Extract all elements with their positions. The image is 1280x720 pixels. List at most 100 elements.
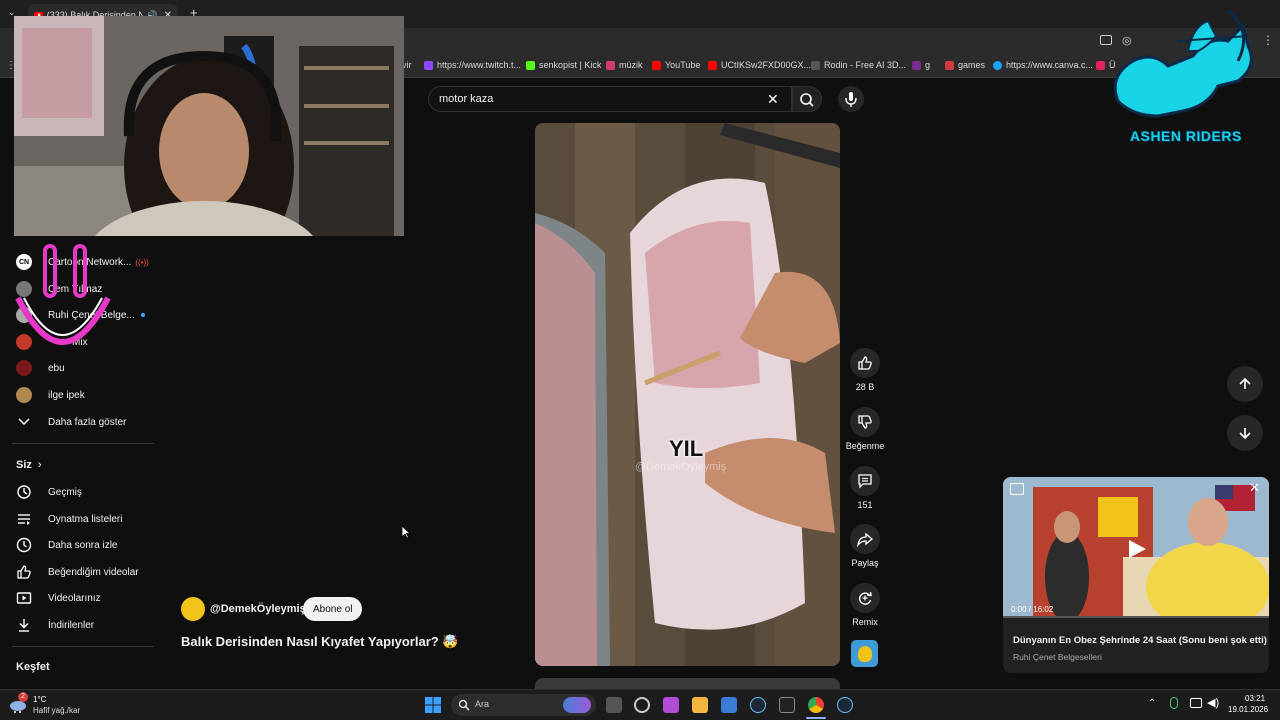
- expand-miniplayer-icon[interactable]: [1010, 483, 1024, 495]
- microsoft-store-icon[interactable]: [721, 697, 737, 713]
- steam-icon[interactable]: [837, 697, 853, 713]
- sidebar-explore-heading: Keşfet: [16, 661, 50, 673]
- live-icon: ((•)): [135, 257, 149, 267]
- channel-avatar[interactable]: [181, 597, 205, 621]
- sidebar-you-heading[interactable]: Siz ›: [16, 454, 42, 476]
- channel-name[interactable]: @DemekÖyleymiş: [210, 603, 306, 615]
- bookmark-item[interactable]: games: [945, 60, 985, 70]
- share-icon: [850, 524, 880, 554]
- taskbar-search-box[interactable]: Ara: [451, 694, 596, 716]
- epic-games-icon[interactable]: [779, 697, 795, 713]
- video-frame: [535, 123, 840, 666]
- dislike-label: Beğenme: [845, 441, 885, 451]
- webcam-feed: [14, 16, 404, 236]
- sidebar-divider: [12, 646, 154, 647]
- bookmark-item[interactable]: https://www.canva.c...: [993, 60, 1093, 70]
- bookmark-item[interactable]: Rodin - Free AI 3D...: [811, 60, 906, 70]
- avatar: [16, 387, 32, 403]
- arrow-up-icon: [1239, 377, 1251, 389]
- sidebar-item-downloads[interactable]: İndirilenler: [16, 614, 94, 636]
- search-input[interactable]: motor kaza: [439, 93, 493, 105]
- channel-sound-icon: [857, 645, 872, 662]
- search-highlight-icon: [563, 697, 591, 713]
- sound-avatar[interactable]: [851, 640, 878, 667]
- thumbs-up-icon: [850, 348, 880, 378]
- volume-icon[interactable]: ◀): [1207, 696, 1219, 709]
- search-button[interactable]: [792, 86, 822, 112]
- comment-icon: [850, 466, 880, 496]
- mic-icon[interactable]: [1170, 697, 1178, 709]
- bookmark-item[interactable]: UCtIKSw2FXD00GX...: [708, 60, 811, 70]
- taskbar-date[interactable]: 19.01.2026: [1228, 705, 1268, 714]
- download-icon: [16, 617, 32, 633]
- horse-archer-logo-icon: [1113, 9, 1253, 118]
- mini-player-channel[interactable]: Ruhi Çenet Belgeselleri: [1013, 652, 1102, 662]
- taskbar-time[interactable]: 03:21: [1245, 694, 1265, 703]
- next-short-button[interactable]: [1227, 415, 1263, 451]
- comments-button[interactable]: 151: [848, 466, 882, 510]
- mini-player[interactable]: ✕ 0:00 / 16:02 Dünyanın En Obez Şehrinde…: [1003, 477, 1269, 673]
- like-count: 28 B: [855, 382, 875, 392]
- bookmark-item[interactable]: g: [912, 60, 930, 70]
- sidebar-item-your-videos[interactable]: Videolarınız: [16, 587, 101, 609]
- sidebar-subscription-ebu[interactable]: ebu: [16, 357, 65, 379]
- weather-widget[interactable]: 2: [8, 692, 28, 714]
- copilot-icon[interactable]: [634, 697, 650, 713]
- chevron-up-icon[interactable]: ⌃: [1148, 698, 1156, 709]
- comment-count: 151: [857, 500, 873, 510]
- like-button[interactable]: 28 B: [848, 348, 882, 392]
- kick-icon: [526, 60, 535, 70]
- play-icon[interactable]: [1126, 538, 1148, 560]
- sidebar-subscription-ilge-ipek[interactable]: ilge ipek: [16, 384, 85, 406]
- app-icon[interactable]: [663, 697, 679, 713]
- weather-desc[interactable]: Hafif yağ./kar: [33, 706, 80, 715]
- remix-button[interactable]: Remix: [848, 583, 882, 627]
- arrow-down-icon: [1239, 428, 1251, 440]
- webcam-overlay: [14, 16, 404, 236]
- sidebar-show-more[interactable]: Daha fazla göster: [16, 411, 126, 433]
- dislike-button[interactable]: Beğenme: [846, 407, 884, 451]
- search-box[interactable]: motor kaza ✕: [428, 86, 792, 112]
- search-icon: [458, 699, 470, 711]
- share-label: Paylaş: [851, 558, 879, 568]
- close-icon[interactable]: ✕: [767, 91, 779, 108]
- canva-icon: [993, 60, 1002, 70]
- close-icon[interactable]: ✕: [1249, 480, 1260, 496]
- subscribe-button[interactable]: Abone ol: [303, 597, 363, 621]
- short-video-player[interactable]: YIL @DemekÖyleymiş: [535, 123, 840, 666]
- twitch-icon: [424, 60, 433, 70]
- rodin-icon: [811, 60, 820, 70]
- share-button[interactable]: Paylaş: [848, 524, 882, 568]
- sidebar-item-liked-videos[interactable]: Beğendiğim videolar: [16, 561, 139, 583]
- mic-icon: [845, 92, 857, 107]
- bookmark-item[interactable]: https://www.twitch.t...: [424, 60, 521, 70]
- weather-temp[interactable]: 1°C: [33, 695, 46, 704]
- windows-start-icon[interactable]: [425, 697, 441, 713]
- task-view-icon[interactable]: [606, 697, 622, 713]
- bookmark-item[interactable]: senkopist | Kick: [526, 60, 601, 70]
- voice-search-button[interactable]: [838, 86, 864, 112]
- mini-player-thumbnail[interactable]: ✕ 0:00 / 16:02: [1003, 477, 1269, 618]
- chrome-icon[interactable]: [808, 697, 824, 713]
- file-explorer-icon[interactable]: [692, 697, 708, 713]
- logo-text: ASHEN RIDERS: [1130, 128, 1242, 144]
- remix-label: Remix: [852, 617, 878, 627]
- youtube-icon: [708, 60, 717, 70]
- active-app-indicator: [806, 717, 826, 719]
- sidebar-item-playlists[interactable]: Oynatma listeleri: [16, 508, 122, 530]
- sidebar-item-watch-later[interactable]: Daha sonra izle: [16, 534, 117, 556]
- mini-player-title[interactable]: Dünyanın En Obez Şehrinde 24 Saat (Sonu …: [1013, 635, 1267, 646]
- sidebar-item-history[interactable]: Geçmiş: [16, 481, 82, 503]
- bookmark-item[interactable]: YouTube: [652, 60, 700, 70]
- bookmark-item[interactable]: müzik: [606, 60, 643, 70]
- ashen-riders-logo: ASHEN RIDERS: [1098, 6, 1268, 151]
- smiley-overlay-icon: [15, 244, 111, 345]
- previous-short-button[interactable]: [1227, 366, 1263, 402]
- video-title[interactable]: Balık Derisinden Nasıl Kıyafet Yapıyorla…: [181, 634, 459, 650]
- mini-progress-bar[interactable]: [1003, 616, 1269, 618]
- k-icon: [912, 60, 921, 70]
- search-icon: [800, 93, 814, 107]
- network-icon[interactable]: [1190, 698, 1202, 708]
- mouse-cursor-icon: [401, 525, 411, 539]
- steam-icon[interactable]: [750, 697, 766, 713]
